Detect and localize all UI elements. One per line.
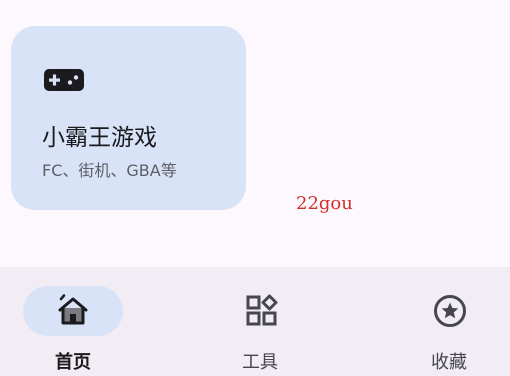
game-card[interactable]: 小霸王游戏 FC、街机、GBA等 [11,26,246,210]
nav-label-tools: 工具 [242,352,278,373]
nav-label-favorites: 收藏 [431,352,467,373]
card-title: 小霸王游戏 [42,125,157,151]
nav-item-home[interactable]: 首页 [0,267,170,376]
nav-item-favorites[interactable]: 收藏 [364,267,510,376]
nav-item-tools[interactable]: 工具 [176,267,346,376]
nav-label-home: 首页 [55,352,91,373]
bottom-navigation: 首页 工具 收藏 [0,267,510,376]
card-subtitle: FC、街机、GBA等 [42,161,177,180]
home-icon [58,294,88,325]
gamepad-icon [44,69,84,91]
star-circle-icon [434,295,466,327]
watermark-text: 22gou [296,193,353,214]
widgets-icon [246,294,278,326]
